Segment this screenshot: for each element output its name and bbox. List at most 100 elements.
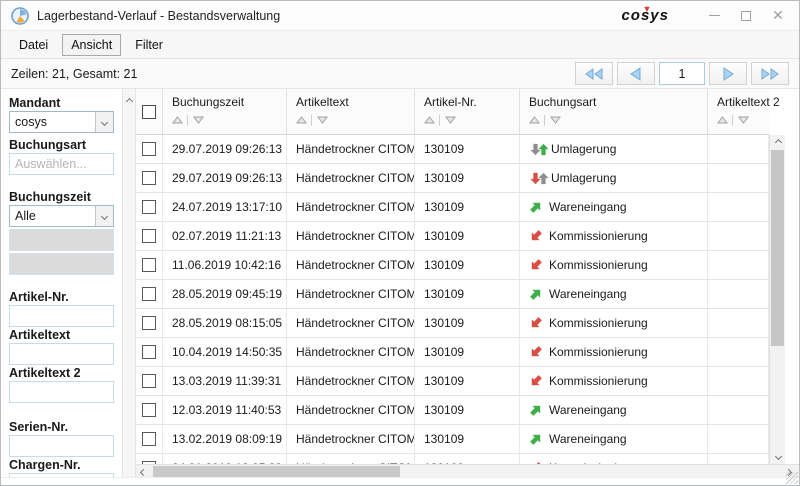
col-header-buchungszeit[interactable]: Buchungszeit	[172, 95, 286, 109]
mandant-select[interactable]: cosys	[9, 111, 114, 133]
sort-asc-icon[interactable]	[172, 116, 183, 124]
cell-artikeltext: Händetrockner CITOMAT HT	[287, 454, 415, 464]
table-row[interactable]: 02.07.2019 11:21:13 Händetrockner CITOMA…	[136, 222, 769, 251]
cell-buchungszeit: 28.05.2019 09:45:19	[163, 280, 287, 308]
cell-artikeltext2	[708, 280, 769, 308]
cell-artikel-nr: 130109	[415, 396, 520, 424]
menu-ansicht[interactable]: Ansicht	[62, 34, 121, 56]
artikel-nr-input[interactable]	[9, 305, 114, 327]
sort-asc-icon[interactable]	[529, 116, 540, 124]
menu-datei[interactable]: Datei	[11, 35, 56, 55]
sort-desc-icon[interactable]	[445, 116, 456, 124]
sort-desc-icon[interactable]	[193, 116, 204, 124]
row-checkbox[interactable]	[142, 142, 156, 156]
resize-grip-icon[interactable]	[786, 472, 798, 484]
scroll-down-icon[interactable]	[770, 449, 786, 464]
row-checkbox[interactable]	[142, 258, 156, 272]
wareneingang-icon	[529, 403, 543, 417]
row-checkbox[interactable]	[142, 374, 156, 388]
col-header-artikel-nr[interactable]: Artikel-Nr.	[424, 95, 519, 109]
last-page-button[interactable]	[751, 62, 789, 85]
col-header-buchungsart[interactable]: Buchungsart	[529, 95, 707, 109]
sort-desc-icon[interactable]	[550, 116, 561, 124]
table-row[interactable]: 12.03.2019 11:40:53 Händetrockner CITOMA…	[136, 396, 769, 425]
cell-buchungszeit: 13.03.2019 11:39:31	[163, 367, 287, 395]
page-number-input[interactable]: 1	[659, 62, 705, 85]
cell-artikel-nr: 130109	[415, 309, 520, 337]
buchungsart-input[interactable]	[9, 153, 114, 175]
cell-artikel-nr: 130109	[415, 454, 520, 464]
table-row[interactable]: 28.05.2019 08:15:05 Händetrockner CITOMA…	[136, 309, 769, 338]
sort-asc-icon[interactable]	[717, 116, 728, 124]
buchungszeit-select[interactable]: Alle	[9, 205, 114, 227]
row-checkbox[interactable]	[142, 316, 156, 330]
cell-buchungszeit: 13.02.2019 08:09:19	[163, 425, 287, 453]
row-checkbox[interactable]	[142, 229, 156, 243]
col-header-artikeltext2[interactable]: Artikeltext 2	[717, 95, 769, 109]
table-row[interactable]: 10.04.2019 14:50:35 Händetrockner CITOMA…	[136, 338, 769, 367]
row-checkbox[interactable]	[142, 200, 156, 214]
cell-buchungszeit: 02.07.2019 11:21:13	[163, 222, 287, 250]
umlagerung-out-icon	[529, 172, 545, 185]
cell-buchungszeit: 12.03.2019 11:40:53	[163, 396, 287, 424]
history-table: Buchungszeit | Artikeltext | Artikel-Nr.…	[136, 89, 799, 486]
table-row[interactable]: 13.02.2019 08:09:19 Händetrockner CITOMA…	[136, 425, 769, 454]
prev-page-button[interactable]	[617, 62, 655, 85]
title-bar: Lagerbestand-Verlauf - Bestandsverwaltun…	[1, 1, 799, 31]
table-vertical-scrollbar[interactable]	[769, 135, 785, 464]
vscroll-thumb[interactable]	[771, 150, 784, 346]
cell-buchungsart: Wareneingang	[549, 200, 627, 214]
kommissionierung-icon	[529, 316, 543, 330]
table-row[interactable]: 29.07.2019 09:26:13 Händetrockner CITOMA…	[136, 164, 769, 193]
mandant-label: Mandant	[9, 95, 114, 111]
cell-artikel-nr: 130109	[415, 425, 520, 453]
menu-filter[interactable]: Filter	[127, 35, 171, 55]
cell-artikeltext: Händetrockner CITOMAT HT	[287, 425, 415, 453]
maximize-button[interactable]	[733, 6, 759, 26]
minimize-button[interactable]	[701, 6, 727, 26]
table-row[interactable]: 24.07.2019 13:17:10 Händetrockner CITOMA…	[136, 193, 769, 222]
sidebar-scrollbar[interactable]	[122, 89, 136, 486]
cell-artikeltext: Händetrockner CITOMAT HT	[287, 367, 415, 395]
row-checkbox[interactable]	[142, 345, 156, 359]
cell-artikel-nr: 130109	[415, 222, 520, 250]
scroll-up-icon[interactable]	[770, 135, 786, 150]
cell-artikeltext2	[708, 425, 769, 453]
scroll-up-icon[interactable]	[127, 93, 132, 107]
select-all-checkbox[interactable]	[142, 105, 156, 119]
bottom-strip	[1, 477, 799, 485]
buchungsart-label: Buchungsart	[9, 137, 114, 153]
row-checkbox[interactable]	[142, 432, 156, 446]
row-checkbox[interactable]	[142, 287, 156, 301]
sort-asc-icon[interactable]	[424, 116, 435, 124]
buchungszeit-value: Alle	[10, 209, 95, 223]
artikeltext-label: Artikeltext	[9, 327, 114, 343]
sort-desc-icon[interactable]	[738, 116, 749, 124]
cell-buchungsart: Wareneingang	[549, 403, 627, 417]
table-row[interactable]: 28.05.2019 09:45:19 Händetrockner CITOMA…	[136, 280, 769, 309]
table-row[interactable]: 11.06.2019 10:42:16 Händetrockner CITOMA…	[136, 251, 769, 280]
sort-asc-icon[interactable]	[296, 116, 307, 124]
artikeltext2-input[interactable]	[9, 381, 114, 403]
table-row[interactable]: 29.07.2019 09:26:13 Händetrockner CITOMA…	[136, 135, 769, 164]
row-checkbox[interactable]	[142, 403, 156, 417]
double-arrow-right-icon	[760, 67, 780, 81]
buchungszeit-label: Buchungszeit	[9, 189, 114, 205]
row-checkbox[interactable]	[142, 171, 156, 185]
col-header-artikeltext[interactable]: Artikeltext	[296, 95, 414, 109]
sort-desc-icon[interactable]	[317, 116, 328, 124]
cell-artikeltext2	[708, 454, 769, 464]
double-arrow-left-icon	[584, 67, 604, 81]
artikeltext-input[interactable]	[9, 343, 114, 365]
kommissionierung-icon	[529, 229, 543, 243]
mandant-value: cosys	[10, 115, 95, 129]
close-button[interactable]: ✕	[765, 6, 791, 26]
cell-artikel-nr: 130109	[415, 135, 520, 163]
serien-nr-input[interactable]	[9, 435, 114, 457]
cell-artikeltext2	[708, 164, 769, 192]
cell-buchungszeit: 24.07.2019 13:17:10	[163, 193, 287, 221]
first-page-button[interactable]	[575, 62, 613, 85]
table-row[interactable]: 24.01.2019 13:05:39 Händetrockner CITOMA…	[136, 454, 769, 464]
table-row[interactable]: 13.03.2019 11:39:31 Händetrockner CITOMA…	[136, 367, 769, 396]
next-page-button[interactable]	[709, 62, 747, 85]
